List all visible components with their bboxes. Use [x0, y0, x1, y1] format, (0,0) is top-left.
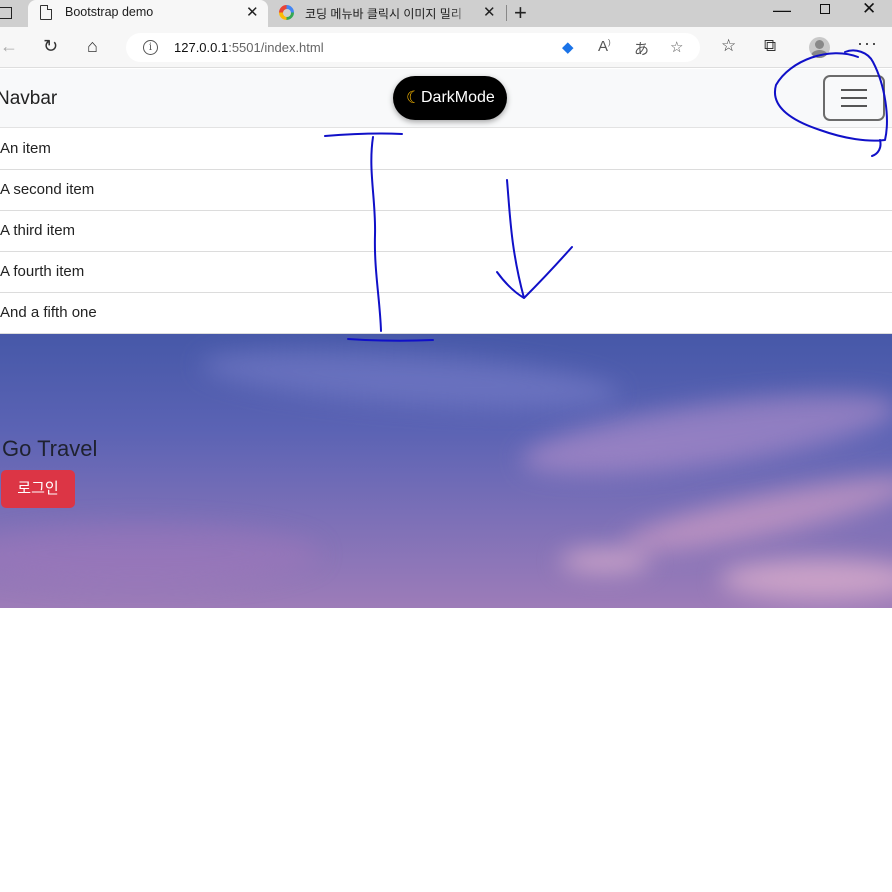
moon-icon: ☾ [406, 88, 422, 107]
more-options-icon[interactable]: ··· [857, 33, 878, 54]
tab-strip: Bootstrap demo ✕ 코딩 메뉴바 클릭시 이미지 밀리 ✕ + —… [0, 0, 892, 27]
list-item[interactable]: A third item [0, 211, 892, 252]
sky-cloud [198, 339, 622, 419]
browser-toolbar: ← ↻ ⌂ i 127.0.0.1:5501/index.html ◆ A) あ… [0, 27, 892, 68]
close-tab-icon[interactable]: ✕ [483, 3, 496, 21]
sky-cloud [619, 463, 892, 565]
list-item[interactable]: A fourth item [0, 252, 892, 293]
profile-avatar[interactable] [809, 37, 830, 58]
darkmode-button[interactable]: ☾ DarkMode [393, 76, 507, 120]
browser-window: Bootstrap demo ✕ 코딩 메뉴바 클릭시 이미지 밀리 ✕ + —… [0, 0, 892, 892]
sky-cloud [0, 524, 320, 584]
sky-cloud [720, 559, 892, 599]
page-navbar: Navbar ☾ DarkMode [0, 69, 892, 128]
address-bar[interactable]: i 127.0.0.1:5501/index.html ◆ A) あ ☆ [126, 33, 700, 62]
list-item[interactable]: An item [0, 129, 892, 170]
navbar-brand[interactable]: Navbar [0, 88, 57, 110]
darkmode-label: DarkMode [421, 89, 495, 106]
tab-title: Bootstrap demo [65, 5, 154, 19]
window-close-icon[interactable]: ✕ [862, 0, 876, 19]
new-tab-button[interactable]: + [514, 0, 527, 26]
url-text[interactable]: 127.0.0.1:5501/index.html [174, 40, 324, 55]
tab-title: 코딩 메뉴바 클릭시 이미지 밀리 [305, 7, 462, 21]
tab-actions-icon[interactable] [0, 7, 12, 19]
tab-google-search[interactable]: 코딩 메뉴바 클릭시 이미지 밀리 ✕ [270, 0, 506, 27]
shopping-tag-icon[interactable]: ◆ [562, 38, 574, 56]
back-arrow-icon[interactable]: ← [0, 36, 18, 57]
favorites-icon[interactable]: ☆ [721, 36, 736, 56]
maximize-icon[interactable] [820, 4, 830, 14]
minimize-icon[interactable]: — [773, 0, 791, 21]
hero-banner: Go Travel 로그인 [0, 334, 892, 608]
list-item[interactable]: A second item [0, 170, 892, 211]
close-tab-icon[interactable]: ✕ [246, 3, 259, 21]
google-icon [279, 5, 294, 20]
list-item[interactable]: And a fifth one [0, 293, 892, 334]
login-button[interactable]: 로그인 [1, 470, 75, 508]
translate-icon[interactable]: あ [634, 38, 649, 59]
sky-cloud [560, 549, 650, 573]
add-favorite-icon[interactable]: ☆ [670, 38, 683, 56]
tab-bootstrap-demo[interactable]: Bootstrap demo ✕ [28, 0, 268, 27]
page-icon [40, 5, 52, 20]
collections-icon[interactable]: ⧉ [764, 36, 776, 56]
tab-separator [506, 5, 507, 21]
hamburger-line [841, 105, 867, 107]
hamburger-line [841, 97, 867, 99]
navbar-toggler-button[interactable] [823, 75, 885, 121]
list-group: An item A second item A third item A fou… [0, 129, 892, 334]
site-info-icon[interactable]: i [143, 40, 158, 55]
hamburger-line [841, 89, 867, 91]
home-icon[interactable]: ⌂ [87, 36, 98, 57]
hero-title: Go Travel [2, 436, 98, 461]
reload-icon[interactable]: ↻ [43, 36, 58, 57]
read-aloud-icon[interactable]: A) [598, 38, 611, 55]
